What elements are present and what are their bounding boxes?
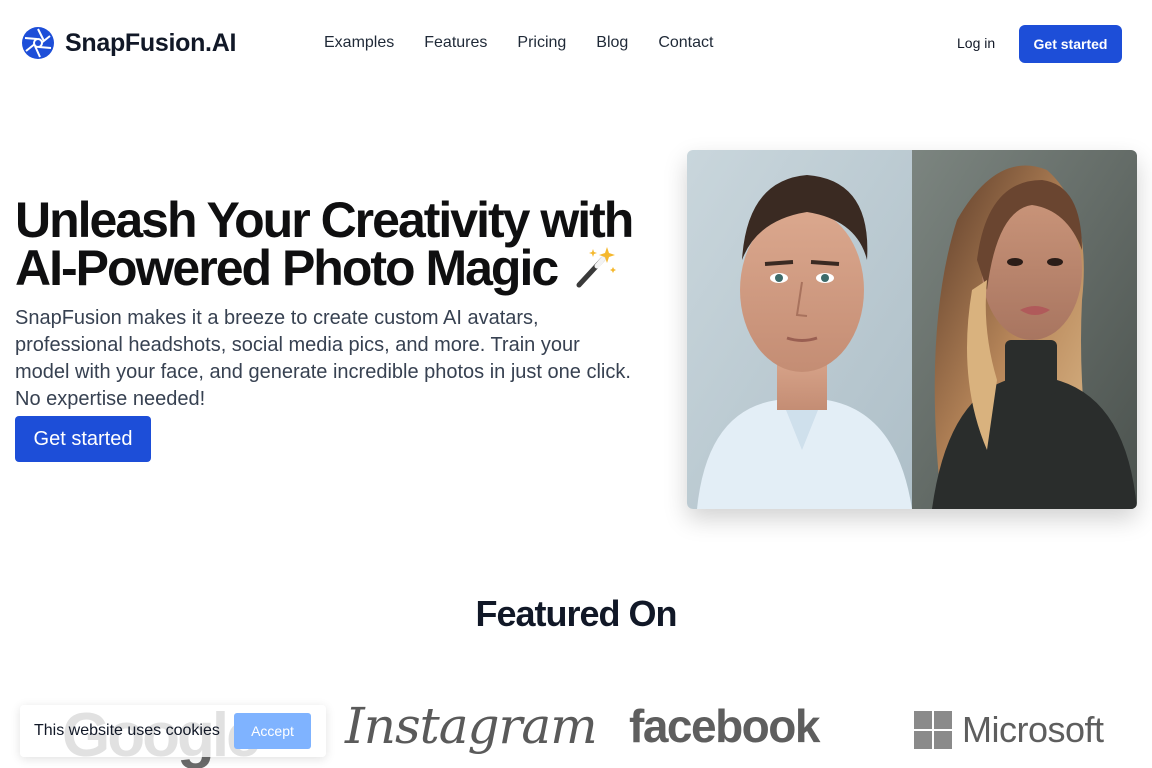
nav-examples[interactable]: Examples [324,34,394,52]
login-link[interactable]: Log in [957,35,995,51]
nav-contact[interactable]: Contact [658,34,713,52]
header-get-started-button[interactable]: Get started [1019,25,1122,63]
featured-title: Featured On [475,593,677,634]
site-header: SnapFusion.AI Examples Features Pricing … [0,0,1152,88]
facebook-logo: facebook [629,700,820,752]
brand-link[interactable]: SnapFusion.AI [22,27,236,59]
microsoft-logo: Microsoft [914,709,1104,751]
cookie-accept-button[interactable]: Accept [234,713,311,749]
magic-wand-icon [576,247,617,288]
hero-get-started-button[interactable]: Get started [15,416,151,462]
microsoft-logo-text: Microsoft [962,709,1104,750]
cookie-banner: This website uses cookies Accept [20,705,326,757]
hero-title-line2: AI-Powered Photo Magic [15,240,559,296]
nav-pricing[interactable]: Pricing [517,34,566,52]
landing-page: SnapFusion.AI Examples Features Pricing … [0,0,1152,768]
brand-name: SnapFusion.AI [65,28,237,57]
nav-blog[interactable]: Blog [596,34,628,52]
portraits-illustration [687,150,1137,509]
microsoft-grid-icon [914,711,952,749]
nav-features[interactable]: Features [424,34,487,52]
hero-portraits-image [687,150,1137,509]
hero-subtitle: SnapFusion makes it a breeze to create c… [15,307,631,410]
aperture-icon [22,27,54,59]
cookie-banner-text: This website uses cookies [34,722,220,739]
instagram-logo: Instagram [345,697,598,755]
hero-title: Unleash Your Creativity with AI-Powered … [15,195,655,293]
main-nav: Examples Features Pricing Blog Contact [324,34,713,52]
